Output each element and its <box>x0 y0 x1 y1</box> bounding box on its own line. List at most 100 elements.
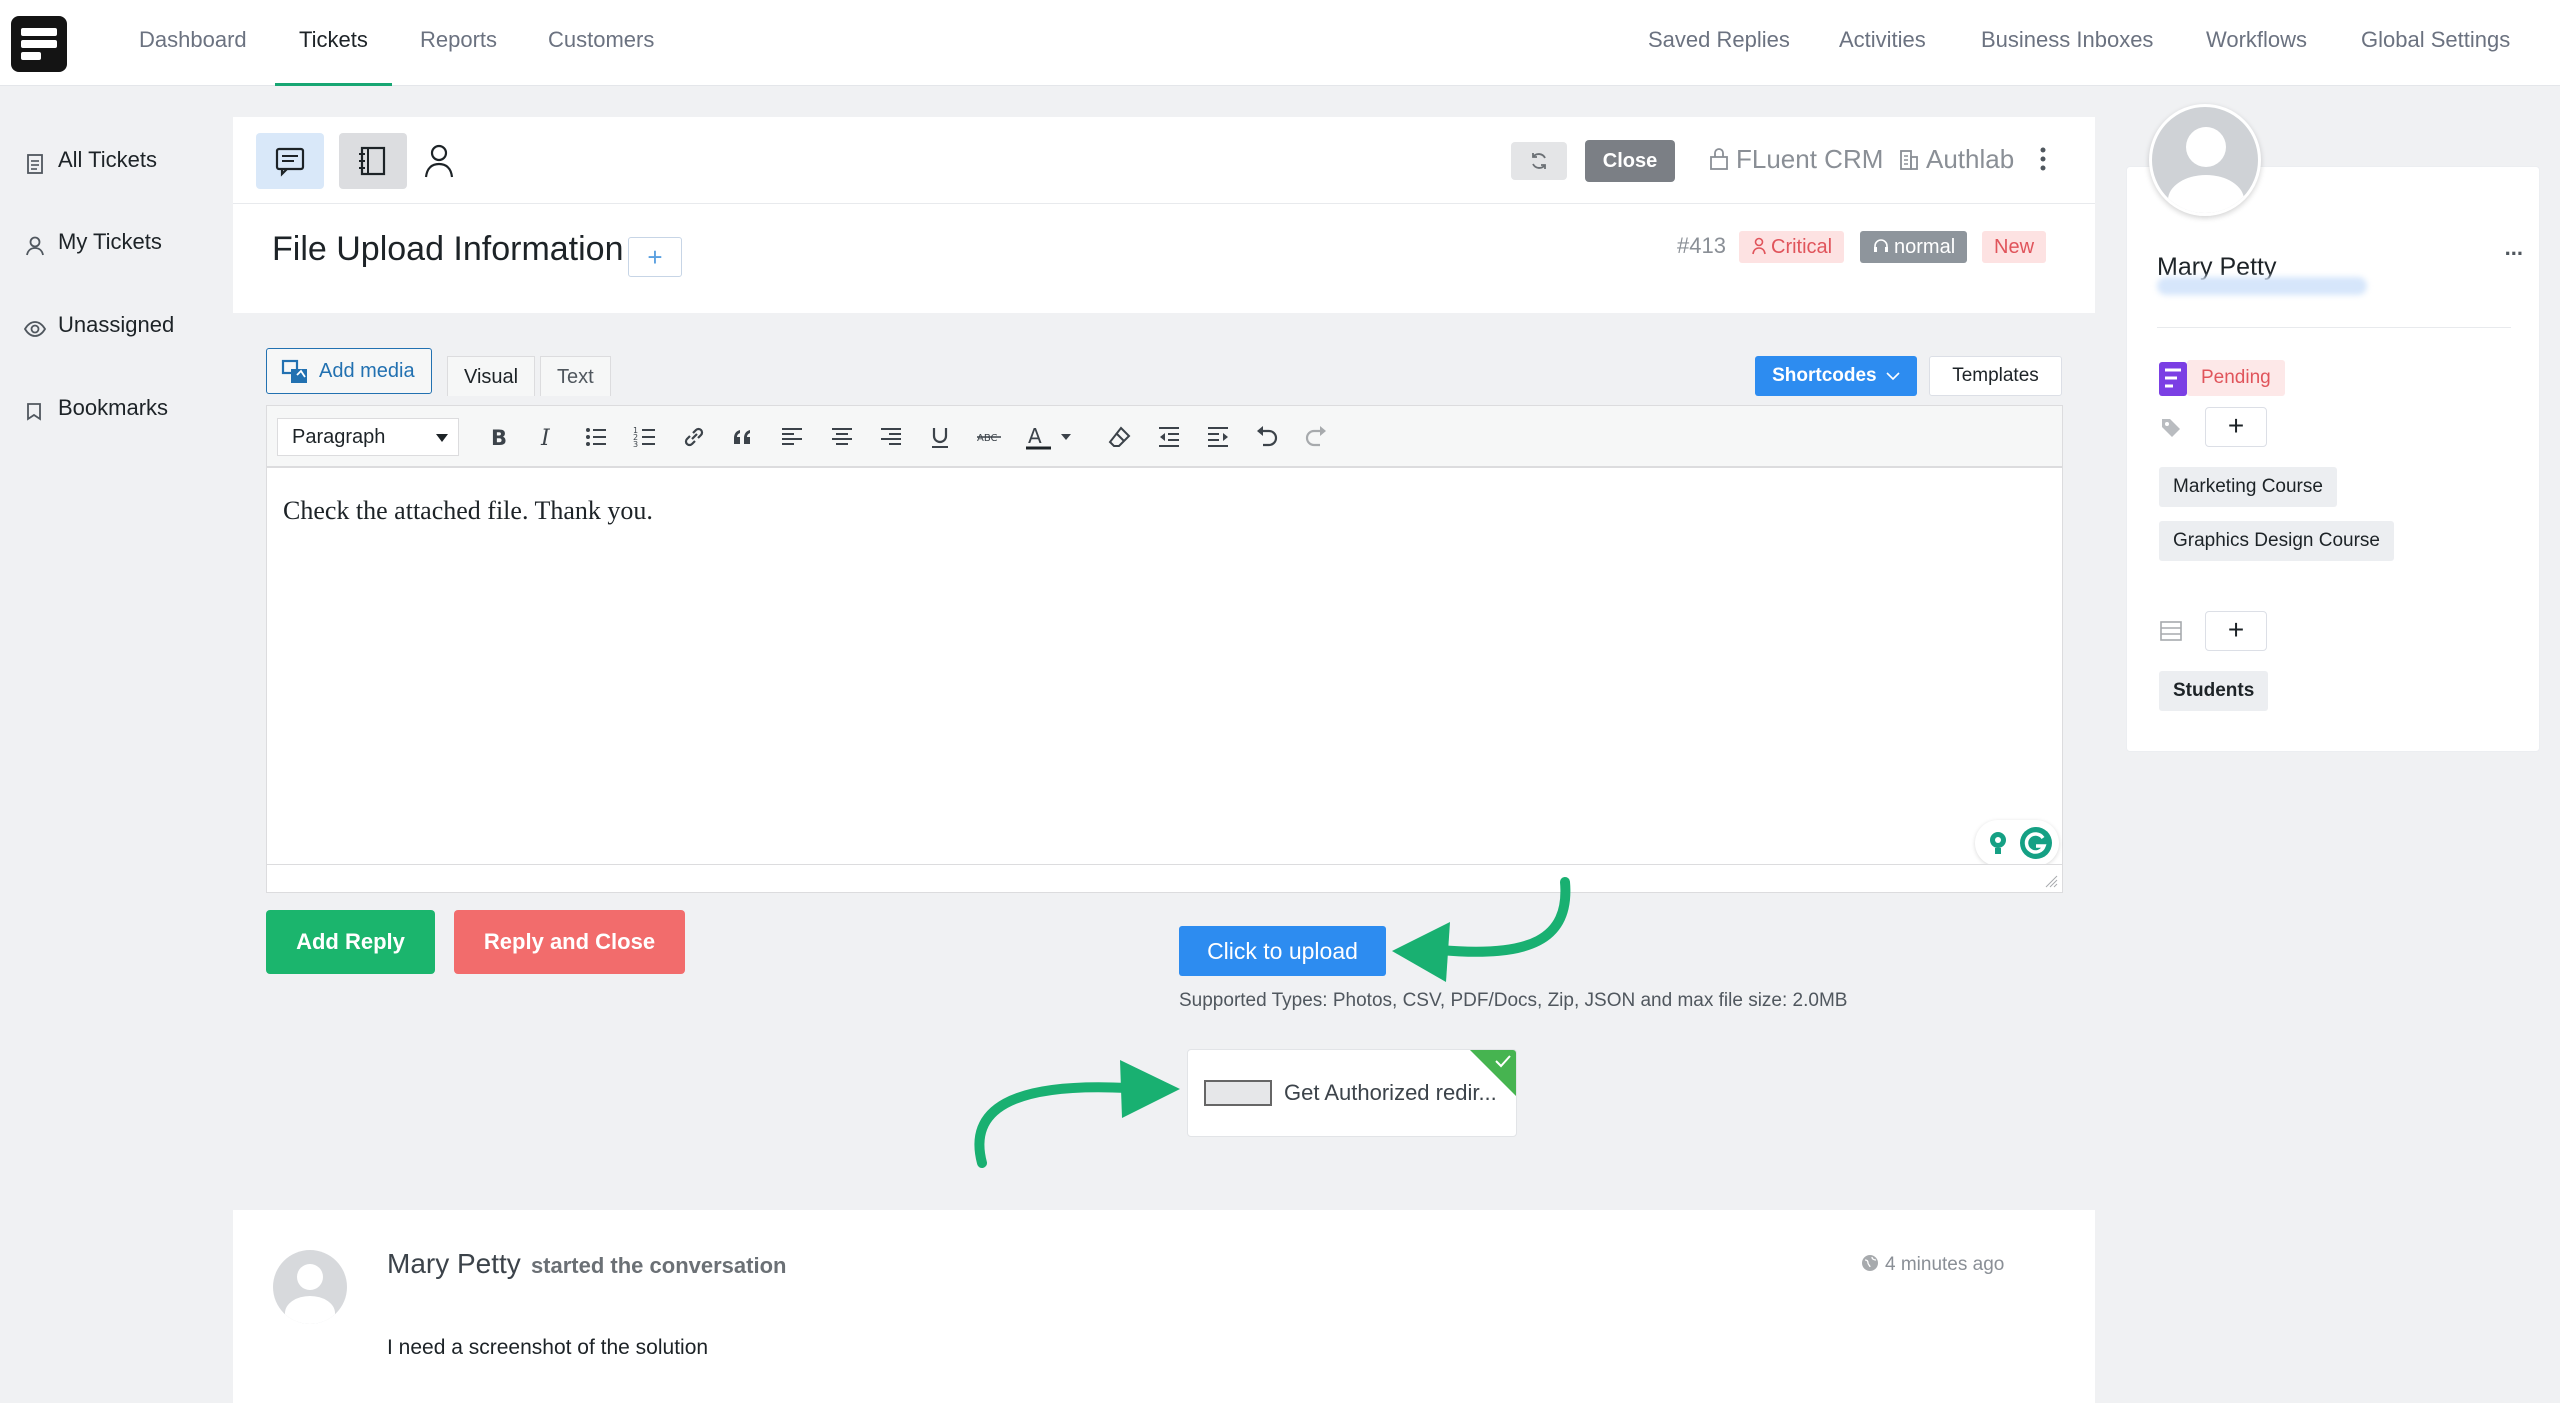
numbered-list-icon[interactable]: 123 <box>632 424 658 450</box>
eraser-icon[interactable] <box>1107 424 1133 450</box>
tab-text[interactable]: Text <box>540 356 611 396</box>
notes-view-button[interactable] <box>339 133 407 189</box>
svg-text:I: I <box>540 426 551 450</box>
lightbulb-icon <box>1990 832 2006 854</box>
sidebar-item-label: Unassigned <box>58 312 175 337</box>
shortcodes-button[interactable]: Shortcodes <box>1755 356 1917 396</box>
uploaded-file[interactable]: Get Authorized redir... <box>1187 1049 1517 1137</box>
sidebar-item-unassigned[interactable]: Unassigned <box>23 305 175 345</box>
grammarly-icon <box>2020 827 2052 859</box>
add-product-button[interactable]: + <box>2205 407 2267 447</box>
message-body: I need a screenshot of the solution <box>387 1336 709 1359</box>
ticket-title: File Upload Information <box>272 230 624 268</box>
lock-icon <box>1710 148 1728 171</box>
list-icon <box>2160 621 2182 641</box>
grammarly-widget[interactable] <box>1975 820 2059 866</box>
sidebar-item-label: All Tickets <box>58 147 158 172</box>
reply-editor[interactable]: Check the attached file. Thank you. <box>266 467 2063 893</box>
align-right-icon[interactable] <box>878 424 904 450</box>
file-thumbnail <box>1204 1080 1272 1106</box>
refresh-button[interactable] <box>1511 142 1567 180</box>
company-link[interactable]: Authlab <box>1898 144 2014 175</box>
nav-reports[interactable]: Reports <box>420 0 497 86</box>
tag-icon <box>2162 419 2180 437</box>
quote-icon[interactable] <box>730 424 756 450</box>
close-ticket-button[interactable]: Close <box>1585 140 1675 182</box>
svg-text:B: B <box>491 426 507 450</box>
check-icon <box>1495 1055 1511 1068</box>
upload-button[interactable]: Click to upload <box>1179 926 1386 976</box>
nav-workflows[interactable]: Workflows <box>2206 0 2307 86</box>
fluent-crm-icon <box>2159 362 2187 396</box>
templates-button[interactable]: Templates <box>1929 356 2062 396</box>
more-vertical-icon[interactable] <box>2038 146 2048 172</box>
add-tag-button[interactable]: + <box>628 237 682 277</box>
indent-icon[interactable] <box>1205 424 1231 450</box>
editor-toolbar: Paragraph B I 123 ABC A <box>266 405 2063 467</box>
sidebar-item-my-tickets[interactable]: My Tickets <box>24 222 162 262</box>
conversation-view-button[interactable] <box>256 133 324 189</box>
product-tag: Marketing Course <box>2159 467 2337 507</box>
resize-handle-icon[interactable] <box>2044 874 2058 888</box>
add-list-button[interactable]: + <box>2205 611 2267 651</box>
bullet-list-icon[interactable] <box>583 424 609 450</box>
customer-avatar <box>2149 104 2261 216</box>
editor-content: Check the attached file. Thank you. <box>283 496 653 525</box>
ticket-number: #413 <box>1677 233 1726 258</box>
conversation-thread: Mary Petty started the conversation 4 mi… <box>233 1210 2095 1403</box>
underline-icon[interactable] <box>927 424 953 450</box>
outdent-icon[interactable] <box>1156 424 1182 450</box>
svg-text:3: 3 <box>633 440 638 449</box>
notebook-icon <box>359 146 386 176</box>
file-name: Get Authorized redir... <box>1284 1080 1497 1105</box>
message-author: Mary Petty <box>387 1248 521 1279</box>
message-header: Mary Petty started the conversation <box>387 1248 786 1280</box>
user-icon <box>24 230 46 256</box>
bold-icon[interactable]: B <box>485 424 511 450</box>
sidebar-item-label: Bookmarks <box>58 395 169 420</box>
customer-panel: Mary Petty ... Pending + Marketing Cours… <box>2126 166 2540 752</box>
nav-saved-replies[interactable]: Saved Replies <box>1648 0 1790 86</box>
add-reply-button[interactable]: Add Reply <box>266 910 435 974</box>
text-color-icon[interactable]: A <box>1025 424 1075 450</box>
format-select[interactable]: Paragraph <box>277 418 459 456</box>
bookmark-icon <box>24 396 46 421</box>
svg-text:A: A <box>1028 424 1042 448</box>
message-time: 4 minutes ago <box>1861 1254 2004 1276</box>
nav-tickets[interactable]: Tickets <box>275 0 392 86</box>
editor-statusbar <box>267 864 2062 892</box>
more-options-icon[interactable]: ... <box>2505 235 2523 261</box>
link-icon[interactable] <box>681 424 707 450</box>
app-logo[interactable] <box>11 16 67 72</box>
tab-visual[interactable]: Visual <box>447 356 536 396</box>
customer-view-button[interactable] <box>412 133 480 189</box>
strikethrough-icon[interactable]: ABC <box>976 424 1002 450</box>
user-icon <box>1752 237 1766 254</box>
nav-business-inboxes[interactable]: Business Inboxes <box>1981 0 2153 86</box>
reply-and-close-button[interactable]: Reply and Close <box>454 910 685 974</box>
document-icon <box>24 148 46 175</box>
align-left-icon[interactable] <box>779 424 805 450</box>
nav-activities[interactable]: Activities <box>1839 0 1926 86</box>
file-arrow <box>974 1082 1133 1168</box>
priority-badge: Critical <box>1739 231 1845 263</box>
svg-text:ABC: ABC <box>977 433 998 444</box>
sidebar-item-bookmarks[interactable]: Bookmarks <box>24 388 168 428</box>
crm-link[interactable]: FLuent CRM <box>1708 144 1883 175</box>
building-icon <box>1900 150 1918 171</box>
add-media-button[interactable]: Add media <box>266 348 432 394</box>
chevron-down-icon <box>1886 372 1900 381</box>
nav-global-settings[interactable]: Global Settings <box>2361 0 2510 86</box>
undo-icon[interactable] <box>1254 424 1280 450</box>
nav-customers[interactable]: Customers <box>548 0 654 86</box>
media-icon <box>281 359 307 383</box>
redo-icon[interactable] <box>1303 424 1329 450</box>
nav-dashboard[interactable]: Dashboard <box>139 0 247 86</box>
italic-icon[interactable]: I <box>534 424 560 450</box>
headset-icon <box>1874 238 1888 252</box>
refresh-icon <box>1532 153 1546 169</box>
client-priority-badge: normal <box>1860 231 1968 263</box>
user-icon <box>424 144 454 178</box>
sidebar-item-all-tickets[interactable]: All Tickets <box>24 140 157 180</box>
align-center-icon[interactable] <box>829 424 855 450</box>
